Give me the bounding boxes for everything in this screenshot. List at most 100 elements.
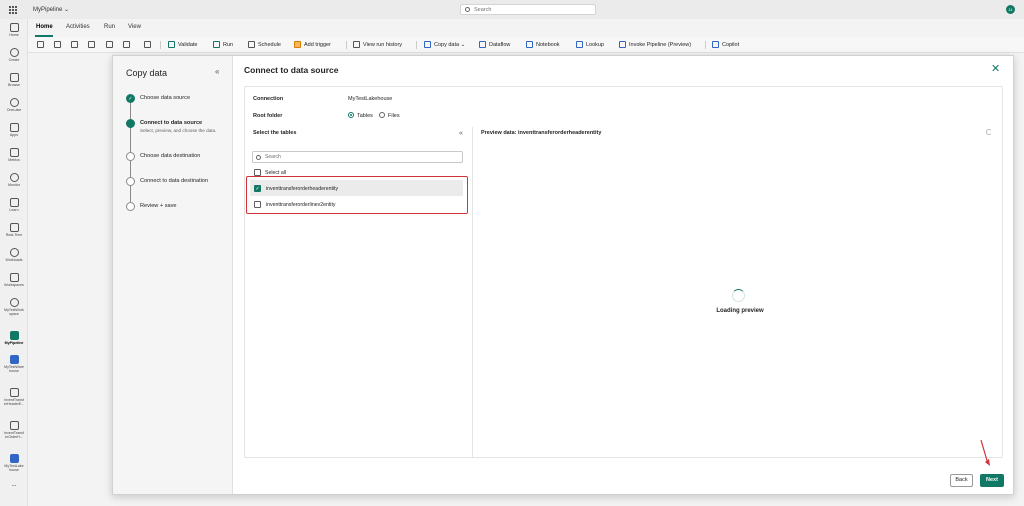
rail-home[interactable]: Home bbox=[0, 23, 28, 37]
notebook-button[interactable]: Notebook bbox=[526, 41, 560, 48]
app-launcher-icon[interactable] bbox=[9, 6, 17, 14]
lookup-button[interactable]: Lookup bbox=[576, 41, 604, 48]
copilot-button[interactable]: Copilot bbox=[712, 41, 739, 48]
search-placeholder: Search bbox=[474, 6, 492, 13]
step-choose-data-destination: Choose data destination bbox=[140, 153, 201, 159]
step-connector bbox=[130, 127, 131, 155]
copy-data-button[interactable]: Copy data ⌄ bbox=[424, 41, 465, 48]
add-trigger-button[interactable]: Add trigger bbox=[294, 41, 331, 48]
workspace-icon bbox=[9, 298, 19, 307]
tab-activities[interactable]: Activities bbox=[66, 24, 90, 30]
arrow-right-button[interactable] bbox=[71, 41, 78, 48]
rail-mytestworkspace[interactable]: MyTestWork space bbox=[0, 298, 28, 316]
select-all-checkbox[interactable] bbox=[254, 169, 261, 176]
ribbon-toolbar: Validate Run Schedule Add trigger View r… bbox=[28, 37, 1024, 53]
step-connect-data-source: Connect to data source bbox=[140, 120, 203, 126]
rail-workspaces[interactable]: Workspaces bbox=[0, 273, 28, 287]
rail-mypipeline[interactable]: MyPipeline bbox=[0, 331, 28, 345]
root-folder-label: Root folder bbox=[253, 113, 283, 119]
expand-button[interactable] bbox=[106, 41, 113, 48]
step-choose-data-source: Choose data source bbox=[140, 95, 191, 101]
settings-button[interactable] bbox=[54, 41, 61, 48]
save-icon bbox=[37, 41, 44, 48]
onelake-icon bbox=[9, 98, 19, 107]
collapse-tables-pane-button[interactable]: « bbox=[459, 130, 463, 137]
rail-more[interactable]: ... bbox=[0, 482, 28, 488]
radio-tables[interactable] bbox=[348, 112, 354, 118]
dataflow-icon bbox=[479, 41, 486, 48]
left-rail: Home Create Browse OneLake Apps Metrics … bbox=[0, 19, 28, 506]
wizard-steps-panel: Copy data « ✓ Choose data source Connect… bbox=[113, 56, 233, 494]
back-button[interactable]: Back bbox=[950, 474, 973, 487]
arrow-right-icon bbox=[71, 41, 78, 48]
step-pending-icon bbox=[126, 202, 135, 211]
rail-metrics[interactable]: Metrics bbox=[0, 148, 28, 162]
export-button[interactable] bbox=[123, 41, 130, 48]
radio-files[interactable] bbox=[379, 112, 385, 118]
copy-data-dialog: Copy data « ✓ Choose data source Connect… bbox=[112, 55, 1014, 495]
tab-home[interactable]: Home bbox=[36, 24, 53, 30]
rail-inventtransfer2[interactable]: InventTransf erOrderH... bbox=[0, 421, 28, 439]
rail-realtime[interactable]: Real-Time bbox=[0, 223, 28, 237]
rail-browse[interactable]: Browse bbox=[0, 73, 28, 87]
step-complete-check-icon: ✓ bbox=[126, 94, 135, 103]
rail-mytestlakehouse[interactable]: MyTestLake house bbox=[0, 454, 28, 472]
schedule-button[interactable]: Schedule bbox=[248, 41, 281, 48]
apps-icon bbox=[9, 123, 19, 132]
top-bar: MyPipeline ⌄ Search 11 bbox=[0, 0, 1024, 19]
table-icon bbox=[9, 421, 19, 430]
refresh-icon[interactable] bbox=[986, 129, 992, 135]
expand-icon bbox=[106, 41, 113, 48]
book-icon bbox=[9, 198, 19, 207]
step-pending-icon bbox=[126, 177, 135, 186]
save-button[interactable] bbox=[37, 41, 44, 48]
gear-icon bbox=[54, 41, 61, 48]
dataflow-button[interactable]: Dataflow bbox=[479, 41, 510, 48]
global-search[interactable]: Search bbox=[460, 4, 596, 15]
connection-label: Connection bbox=[253, 96, 284, 102]
copilot-icon bbox=[712, 41, 719, 48]
rail-learn[interactable]: Learn bbox=[0, 198, 28, 212]
toolbar-divider bbox=[346, 41, 347, 49]
lakehouse-icon bbox=[9, 454, 19, 463]
app-title[interactable]: MyPipeline ⌄ bbox=[33, 6, 69, 13]
step-pending-icon bbox=[126, 152, 135, 161]
rail-workloads[interactable]: Workloads bbox=[0, 248, 28, 262]
export-icon bbox=[123, 41, 130, 48]
validate-button[interactable]: Validate bbox=[168, 41, 197, 48]
folder-icon bbox=[9, 73, 19, 82]
lightning-icon bbox=[294, 41, 301, 48]
home-icon bbox=[9, 23, 19, 32]
tables-search-input[interactable]: Search bbox=[252, 151, 463, 163]
view-run-history-button[interactable]: View run history bbox=[353, 41, 402, 48]
workspaces-icon bbox=[9, 273, 19, 282]
lightning-icon bbox=[9, 223, 19, 232]
arrow-end-button[interactable] bbox=[88, 41, 95, 48]
rail-onelake[interactable]: OneLake bbox=[0, 98, 28, 112]
run-button[interactable]: Run bbox=[213, 41, 233, 48]
rail-inventtransfer1[interactable]: InventTransf erHeaderE... bbox=[0, 388, 28, 406]
notification-badge[interactable]: 11 bbox=[1006, 5, 1015, 14]
rail-apps[interactable]: Apps bbox=[0, 123, 28, 137]
annotation-arrow-icon bbox=[980, 439, 990, 466]
search-icon bbox=[465, 7, 470, 12]
tab-view[interactable]: View bbox=[128, 24, 141, 30]
next-button[interactable]: Next bbox=[980, 474, 1004, 487]
collapse-wizard-button[interactable]: « bbox=[215, 67, 219, 76]
lookup-icon bbox=[576, 41, 583, 48]
trophy-icon bbox=[9, 148, 19, 157]
search-icon bbox=[256, 155, 261, 160]
rail-monitor[interactable]: Monitor bbox=[0, 173, 28, 187]
radio-files-label: Files bbox=[388, 113, 400, 119]
undo-button[interactable] bbox=[144, 41, 151, 48]
rail-create[interactable]: Create bbox=[0, 48, 28, 62]
monitor-icon bbox=[9, 173, 19, 182]
close-icon[interactable]: ✕ bbox=[991, 62, 1000, 75]
rail-mytestwarehouse[interactable]: MyTestWare house bbox=[0, 355, 28, 373]
loading-text: Loading preview bbox=[716, 308, 764, 314]
dialog-content: Connection MyTestLakehouse Root folder T… bbox=[244, 86, 1003, 458]
connection-value[interactable]: MyTestLakehouse bbox=[348, 96, 392, 102]
toolbar-divider bbox=[416, 41, 417, 49]
invoke-pipeline-button[interactable]: Invoke Pipeline (Preview) bbox=[619, 41, 691, 48]
tab-run[interactable]: Run bbox=[104, 24, 115, 30]
